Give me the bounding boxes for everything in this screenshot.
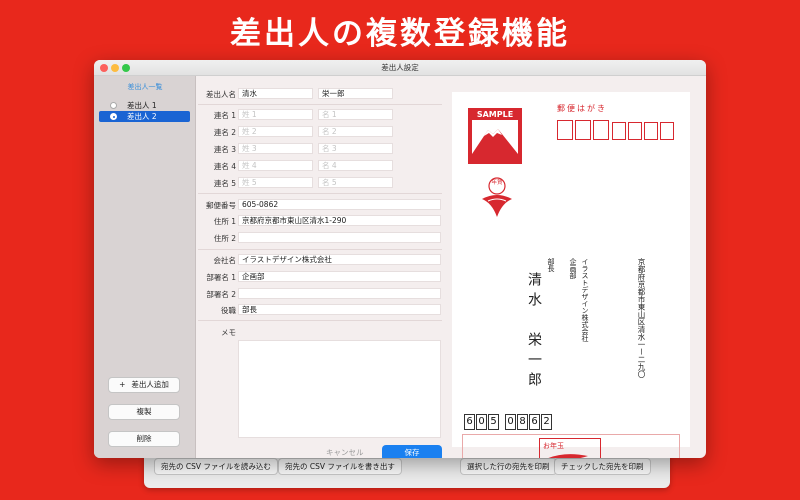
zip-box <box>644 122 658 140</box>
dept1-label: 部署名 1 <box>206 273 236 282</box>
sender-settings-window: 差出人設定 差出人一覧 差出人 1 差出人 2 + 差出人追加 複製 削除 差出人… <box>94 60 706 458</box>
zip-box <box>575 120 591 140</box>
print-checked-button[interactable]: チェックした宛先を印刷 <box>554 458 651 475</box>
delete-button[interactable]: 削除 <box>108 431 180 447</box>
peppers-icon <box>548 454 588 458</box>
radio-icon[interactable] <box>110 102 117 109</box>
zip-digit: 6 <box>529 414 540 430</box>
add-sender-label: 差出人追加 <box>131 380 169 389</box>
joint-last-field-4[interactable]: 姓 4 <box>238 160 313 171</box>
sender-item-1[interactable]: 差出人 1 <box>99 100 190 111</box>
stamp: SAMPLE <box>468 108 522 164</box>
recipient-department: 企画部 <box>569 258 577 279</box>
dept2-label: 部署名 2 <box>206 290 236 299</box>
address2-field[interactable] <box>238 232 441 243</box>
zip-digit: 5 <box>488 414 499 430</box>
duplicate-button[interactable]: 複製 <box>108 404 180 420</box>
joint-first-field-4[interactable]: 名 4 <box>318 160 393 171</box>
joint-label-3: 連名 3 <box>213 145 236 154</box>
address1-label: 住所 1 <box>213 217 236 226</box>
zip-digit: 0 <box>476 414 487 430</box>
memo-label: メモ <box>221 328 236 337</box>
joint-first-field-5[interactable]: 名 5 <box>318 177 393 188</box>
window-title: 差出人設定 <box>381 63 419 72</box>
recipient-last-name: 清水 <box>526 272 542 312</box>
zip-digit: 2 <box>541 414 552 430</box>
export-csv-button[interactable]: 宛先の CSV ファイルを書き出す <box>278 458 402 475</box>
zip-box <box>593 120 609 140</box>
job-title-label: 役職 <box>221 306 236 315</box>
joint-label-5: 連名 5 <box>213 179 236 188</box>
plus-icon: + <box>119 380 126 389</box>
name-label: 差出人名 <box>206 90 236 99</box>
print-selected-button[interactable]: 選択した行の宛先を印刷 <box>460 458 557 475</box>
recipient-title: 部長 <box>547 258 555 272</box>
joint-last-field-5[interactable]: 姓 5 <box>238 177 313 188</box>
mountain-icon <box>472 129 518 160</box>
joint-last-field-3[interactable]: 姓 3 <box>238 143 313 154</box>
zip-box <box>612 122 626 140</box>
address1-field[interactable]: 京都府京都市東山区清水1-290 <box>238 215 441 226</box>
zip-digit: 8 <box>517 414 528 430</box>
last-name-field[interactable]: 清水 <box>238 88 313 99</box>
cancel-button[interactable]: キャンセル <box>326 447 364 458</box>
stamp-artwork <box>472 120 518 160</box>
first-name-field[interactable]: 栄一郎 <box>318 88 393 99</box>
sender-zip: 6 0 5 0 8 6 2 <box>464 414 553 430</box>
zip-field[interactable]: 605-0862 <box>238 199 441 210</box>
postcard-header: 郵便はがき <box>557 104 607 113</box>
radio-icon[interactable] <box>110 113 117 120</box>
headline: 差出人の複数登録機能 <box>230 16 570 52</box>
joint-last-field-2[interactable]: 姓 2 <box>238 126 313 137</box>
joint-first-field-2[interactable]: 名 2 <box>318 126 393 137</box>
sender-item-label: 差出人 2 <box>127 112 157 121</box>
dept2-field[interactable] <box>238 288 441 299</box>
import-csv-button[interactable]: 宛先の CSV ファイルを読み込む <box>154 458 278 475</box>
dept1-field[interactable]: 企画部 <box>238 271 441 282</box>
zip-label: 郵便番号 <box>206 201 236 210</box>
divider <box>198 193 442 194</box>
company-label: 会社名 <box>213 256 237 265</box>
joint-first-field-3[interactable]: 名 3 <box>318 143 393 154</box>
titlebar: 差出人設定 <box>94 60 706 76</box>
zip-digit: 0 <box>505 414 516 430</box>
divider <box>198 320 442 321</box>
address2-label: 住所 2 <box>213 234 236 243</box>
zip-separator <box>500 414 504 430</box>
zip-box <box>628 122 642 140</box>
postcard-preview: SAMPLE 郵便はがき 年賀 清水 栄一郎 部長 企画部 イラストデザイン株式… <box>452 92 690 458</box>
job-title-field[interactable]: 部長 <box>238 304 441 315</box>
lottery-frame: お年玉 <box>539 438 601 458</box>
stamp-label: SAMPLE <box>476 110 514 119</box>
divider <box>198 249 442 250</box>
add-sender-button[interactable]: + 差出人追加 <box>108 377 180 393</box>
recipient-first-name: 栄一郎 <box>526 332 542 392</box>
joint-last-field-1[interactable]: 姓 1 <box>238 109 313 120</box>
nenga-label: 年賀 <box>491 180 503 186</box>
sender-list-header: 差出人一覧 <box>127 83 163 91</box>
lottery-label: お年玉 <box>543 442 564 450</box>
sender-form: 差出人名 清水 栄一郎 連名 1 姓 1 名 1 連名 2 姓 2 名 2 連名… <box>196 76 444 458</box>
zip-box <box>557 120 573 140</box>
zip-box <box>660 122 674 140</box>
sender-list-sidebar: 差出人一覧 差出人 1 差出人 2 + 差出人追加 複製 削除 <box>94 76 196 458</box>
recipient-company: イラストデザイン株式会社 <box>581 258 589 342</box>
lottery-strip: お年玉 <box>462 434 680 458</box>
save-button[interactable]: 保存 <box>382 445 442 458</box>
memo-field[interactable] <box>238 340 441 438</box>
joint-label-4: 連名 4 <box>213 162 236 171</box>
recipient-address: 京都府京都市東山区清水一ー二九〇 <box>637 258 646 378</box>
joint-first-field-1[interactable]: 名 1 <box>318 109 393 120</box>
company-field[interactable]: イラストデザイン株式会社 <box>238 254 441 265</box>
joint-label-1: 連名 1 <box>213 111 236 120</box>
divider <box>198 104 442 105</box>
sender-item-2[interactable]: 差出人 2 <box>99 111 190 122</box>
joint-label-2: 連名 2 <box>213 128 236 137</box>
sender-item-label: 差出人 1 <box>127 101 157 110</box>
zip-digit: 6 <box>464 414 475 430</box>
nenga-mark: 年賀 <box>478 177 516 223</box>
